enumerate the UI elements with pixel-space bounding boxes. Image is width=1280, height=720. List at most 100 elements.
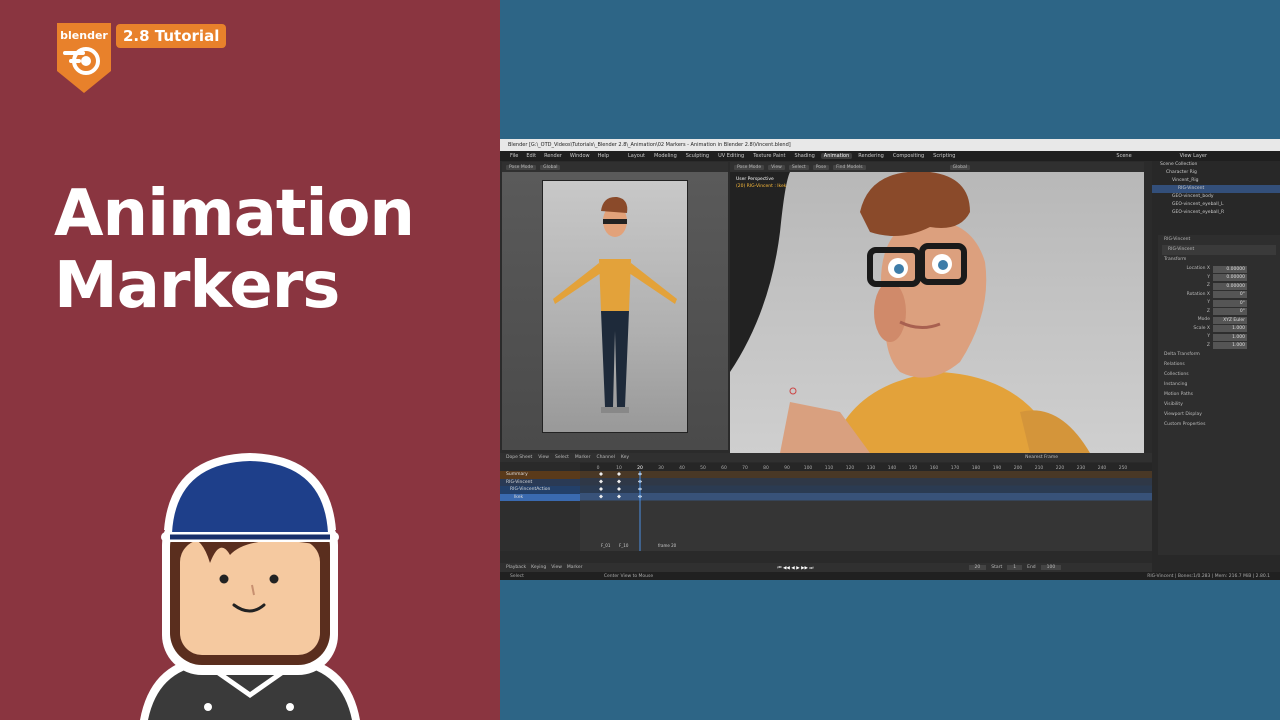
channel-summary[interactable]: Summary [500, 471, 580, 479]
timeline-menu-playback[interactable]: Playback [506, 565, 526, 570]
section-visibility[interactable]: Visibility [1158, 400, 1280, 410]
menu-window[interactable]: Window [570, 153, 590, 159]
dopesheet-menu-marker[interactable]: Marker [575, 455, 591, 460]
status-center-view: Center View to Mouse [603, 573, 654, 579]
dopesheet-menu-view[interactable]: View [538, 455, 549, 460]
playback-controls[interactable]: ⏮ ◀◀ ◀ ▶ ▶▶ ⏭ [777, 565, 813, 571]
scale-x-row[interactable]: Scale X 1.000 [1158, 325, 1280, 334]
outliner-row[interactable]: Character Rig [1152, 169, 1280, 177]
character-closeup [730, 172, 1090, 453]
avatar [140, 453, 360, 720]
timeline-menu-marker[interactable]: Marker [567, 565, 583, 570]
main-orientation-dropdown[interactable]: Global [949, 164, 970, 170]
section-motion-paths[interactable]: Motion Paths [1158, 390, 1280, 400]
channel-row-band [580, 485, 1152, 493]
rotation-y-row[interactable]: Y 0° [1158, 299, 1280, 308]
section-viewport-display[interactable]: Viewport Display [1158, 410, 1280, 420]
section-relations[interactable]: Relations [1158, 360, 1280, 370]
outliner-row[interactable]: Vincent_Rig [1152, 177, 1280, 185]
properties-panel: RIG-Vincent RIG-Vincent Transform Locati… [1158, 235, 1280, 555]
timeline-menu-view[interactable]: View [551, 565, 562, 570]
blender-logo-icon: blender [57, 23, 111, 93]
tab-sculpting[interactable]: Sculpting [683, 153, 712, 159]
main-mode-dropdown[interactable]: Pose Mode [734, 164, 765, 170]
rotation-x-row[interactable]: Rotation X 0° [1158, 291, 1280, 300]
viewport-menu-pose[interactable]: Pose [812, 164, 830, 170]
left-viewport-header: Pose Mode Global [502, 162, 728, 172]
channel-object[interactable]: RIG-Vincent [500, 478, 580, 486]
scale-y-row[interactable]: Y 1.000 [1158, 333, 1280, 342]
object-name-field[interactable]: RIG-Vincent [1162, 245, 1276, 255]
channel-row-band [580, 478, 1152, 486]
tab-uv-editing[interactable]: UV Editing [715, 153, 747, 159]
menu-render[interactable]: Render [544, 153, 562, 159]
channel-row-band [580, 471, 1152, 478]
dopesheet-menu-key[interactable]: Key [621, 455, 629, 460]
window-title: Blender [G:\_OTD_Videos\Tutorials\_Blend… [500, 139, 1280, 151]
tab-scripting[interactable]: Scripting [930, 153, 958, 159]
dopesheet-menu-select[interactable]: Select [555, 455, 569, 460]
title-line-2: Markers [54, 249, 340, 323]
dopesheet-menu-channel[interactable]: Channel [596, 455, 614, 460]
view-layer-selector[interactable]: View Layer [1180, 153, 1207, 159]
transform-section[interactable]: Transform [1158, 255, 1280, 265]
viewport-menu-view[interactable]: View [768, 164, 785, 170]
camera-viewport[interactable] [502, 172, 728, 450]
start-frame-field[interactable]: 1 [1007, 565, 1023, 570]
tab-compositing[interactable]: Compositing [890, 153, 927, 159]
rotation-z-row[interactable]: Z 0° [1158, 308, 1280, 317]
find-models-button[interactable]: Find Models [833, 164, 866, 170]
snap-mode-dropdown[interactable]: Nearest Frame [1025, 455, 1058, 460]
location-y-row[interactable]: Y 0.00000 [1158, 274, 1280, 283]
ruler-ticks: 0 10 20 30 40 50 60 70 80 90 100 110 120 130 140 150 160… [597, 465, 1128, 471]
timeline-menu-keying[interactable]: Keying [531, 565, 546, 570]
viewport-perspective: User Perspective [736, 177, 774, 182]
tab-shading[interactable]: Shading [791, 153, 817, 159]
editor-type-dropdown[interactable]: Dope Sheet [506, 455, 532, 460]
section-custom-properties[interactable]: Custom Properties [1158, 420, 1280, 430]
outliner-row[interactable]: GEO-vincent_eyeball_R [1152, 209, 1280, 217]
scene-selector[interactable]: Scene [1116, 153, 1131, 159]
tab-animation[interactable]: Animation [820, 153, 853, 159]
character-full-body [553, 196, 677, 413]
outliner-row[interactable]: GEO-vincent_body [1152, 193, 1280, 201]
thumbnail-panel: blender 2.8 Tutorial Animation Markers [0, 0, 500, 720]
keyframe-area[interactable]: F_01 F_10 frame 20 [580, 471, 1152, 551]
end-frame-field[interactable]: 100 [1040, 565, 1062, 570]
outliner-row[interactable]: GEO-vincent_eyeball_L [1152, 201, 1280, 209]
menu-edit[interactable]: Edit [526, 153, 536, 159]
end-label: End [1027, 565, 1036, 570]
channel-action[interactable]: RIG-VincentAction [500, 486, 580, 494]
viewport-menu-select[interactable]: Select [788, 164, 809, 170]
viewport-info: User Perspective (20) RIG-Vincent : lkek [736, 176, 786, 190]
main-viewport-header: Pose Mode View Select Pose Find Models G… [730, 162, 1144, 172]
scale-z-row[interactable]: Z 1.000 [1158, 342, 1280, 351]
tab-texture-paint[interactable]: Texture Paint [750, 153, 788, 159]
start-label: Start [991, 565, 1003, 570]
tab-rendering[interactable]: Rendering [855, 153, 887, 159]
channel-group[interactable]: lkek [500, 493, 580, 501]
timeline-header: Playback Keying View Marker ⏮ ◀◀ ◀ ▶ ▶▶ … [500, 563, 1152, 572]
brand-text: blender [60, 29, 108, 42]
menu-help[interactable]: Help [598, 153, 609, 159]
section-instancing[interactable]: Instancing [1158, 380, 1280, 390]
workspace-tabs: Layout Modeling Sculpting UV Editing Tex… [625, 153, 958, 159]
left-mode-dropdown[interactable]: Pose Mode [506, 164, 537, 170]
tab-layout[interactable]: Layout [625, 153, 648, 159]
blender-window: Blender [G:\_OTD_Videos\Tutorials\_Blend… [500, 139, 1280, 580]
location-z-row[interactable]: Z 0.00000 [1158, 282, 1280, 291]
title-line-1: Animation [54, 177, 415, 251]
section-delta-transform[interactable]: Delta Transform [1158, 350, 1280, 360]
tutorial-badge: 2.8 Tutorial [116, 24, 227, 48]
menu-file[interactable]: File [510, 153, 518, 159]
frame-ruler[interactable]: 0 10 20 30 40 50 60 70 80 90 100 110 120 130 140 150 160… [580, 463, 1152, 471]
main-3d-viewport[interactable]: User Perspective (20) RIG-Vincent : lkek [730, 172, 1144, 453]
section-collections[interactable]: Collections [1158, 370, 1280, 380]
left-orientation-dropdown[interactable]: Global [540, 164, 561, 170]
tab-modeling[interactable]: Modeling [651, 153, 680, 159]
outliner-row-selected[interactable]: RIG-Vincent [1152, 185, 1280, 193]
rotation-mode-row[interactable]: Mode XYZ Euler [1158, 316, 1280, 325]
current-frame-field[interactable]: 20 [968, 565, 987, 570]
location-x-row[interactable]: Location X 0.00000 [1158, 265, 1280, 274]
outliner-row[interactable]: Scene Collection [1152, 161, 1280, 169]
